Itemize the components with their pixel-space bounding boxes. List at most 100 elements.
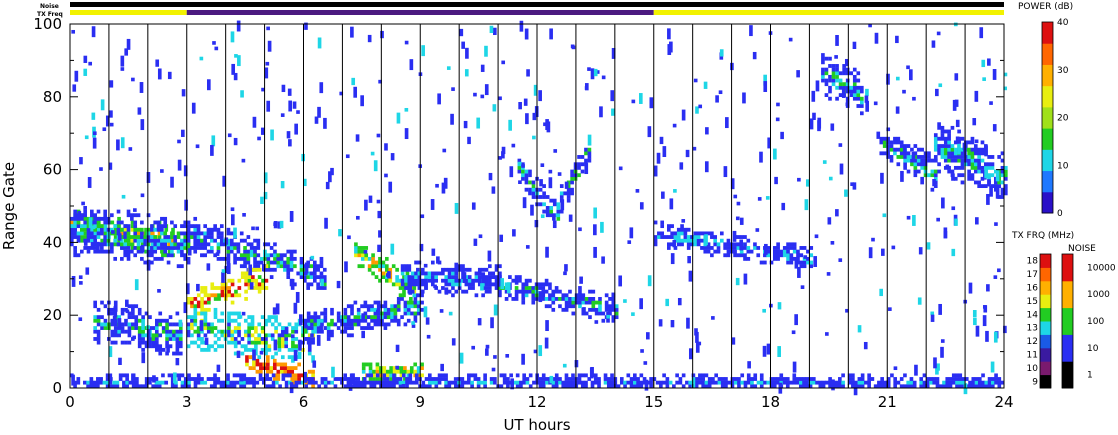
data-cell — [193, 216, 198, 221]
data-cell — [154, 322, 159, 327]
data-cell — [313, 318, 318, 323]
data-cell — [899, 151, 904, 156]
data-cell — [666, 246, 671, 250]
data-cell — [212, 41, 216, 45]
data-cell — [403, 300, 408, 305]
data-cell — [177, 377, 182, 381]
data-cell — [253, 249, 257, 254]
data-cell — [403, 366, 407, 370]
data-cell — [363, 300, 368, 305]
data-cell — [103, 209, 108, 214]
data-cell — [798, 377, 803, 381]
data-cell — [127, 315, 132, 320]
data-cell — [313, 315, 318, 320]
data-cell — [835, 85, 839, 90]
data-cell — [254, 337, 258, 341]
data-cell — [691, 373, 696, 378]
data-cell — [363, 326, 368, 330]
data-cell — [210, 326, 214, 330]
data-cell — [909, 69, 913, 81]
data-cell — [524, 286, 529, 290]
data-cell — [448, 311, 453, 316]
data-cell — [284, 344, 289, 349]
data-cell — [476, 377, 481, 381]
data-cell — [742, 92, 746, 104]
data-cell — [271, 380, 276, 385]
data-cell — [694, 377, 699, 381]
data-cell — [524, 169, 529, 174]
data-cell — [113, 300, 118, 305]
data-cell — [175, 351, 180, 356]
data-cell — [680, 231, 684, 236]
data-cell — [517, 169, 522, 174]
data-cell — [610, 90, 615, 102]
data-cell — [903, 147, 907, 155]
data-cell — [661, 191, 665, 199]
data-cell — [696, 235, 701, 239]
data-cell — [196, 333, 201, 338]
data-cell — [307, 380, 312, 385]
data-cell — [473, 238, 478, 246]
data-cell — [828, 85, 832, 90]
data-cell — [931, 40, 936, 48]
data-cell — [350, 26, 354, 38]
data-cell — [488, 286, 492, 290]
data-cell — [325, 181, 330, 190]
data-cell — [140, 193, 145, 198]
data-cell — [116, 227, 121, 232]
data-cell — [947, 158, 951, 163]
data-cell — [676, 231, 681, 236]
data-cell — [118, 373, 123, 378]
data-cell — [200, 340, 204, 345]
data-cell — [233, 311, 238, 316]
data-cell — [912, 380, 917, 385]
data-cell — [967, 173, 971, 178]
data-cell — [876, 131, 881, 139]
data-cell — [266, 253, 271, 258]
data-cell — [981, 373, 985, 378]
data-cell — [269, 260, 274, 265]
data-cell — [96, 231, 101, 236]
data-cell — [176, 246, 181, 250]
data-cell — [316, 264, 320, 269]
data-cell — [845, 71, 850, 76]
data-cell — [226, 246, 231, 250]
data-cell — [99, 167, 103, 171]
data-cell — [229, 246, 234, 250]
data-cell — [665, 298, 670, 307]
data-cell — [990, 173, 995, 178]
data-cell — [673, 235, 678, 239]
data-cell — [175, 311, 180, 316]
data-cell — [313, 322, 318, 327]
data-cell — [532, 112, 537, 121]
data-cell — [363, 250, 368, 254]
data-cell — [762, 345, 767, 357]
data-cell — [943, 136, 948, 141]
data-cell — [156, 227, 161, 232]
data-cell — [388, 380, 393, 385]
data-cell — [246, 260, 251, 265]
data-cell — [762, 308, 766, 313]
data-cell — [776, 377, 780, 381]
data-cell — [490, 317, 494, 329]
data-cell — [610, 380, 614, 385]
data-cell — [824, 78, 829, 83]
data-cell — [947, 169, 951, 174]
data-cell — [943, 151, 948, 156]
data-cell — [404, 286, 408, 290]
data-cell — [556, 216, 561, 221]
data-cell — [279, 220, 284, 229]
data-cell — [750, 380, 754, 385]
data-cell — [146, 172, 151, 183]
data-cell — [266, 366, 270, 370]
data-cell — [206, 326, 211, 330]
data-cell — [791, 330, 796, 335]
data-cell — [136, 213, 141, 218]
data-cell — [930, 173, 935, 178]
data-cell — [845, 67, 850, 72]
data-cell — [203, 318, 208, 323]
data-cell — [167, 71, 172, 80]
data-cell — [943, 144, 948, 148]
data-cell — [266, 369, 270, 374]
x-tick-label: 24 — [994, 393, 1013, 411]
